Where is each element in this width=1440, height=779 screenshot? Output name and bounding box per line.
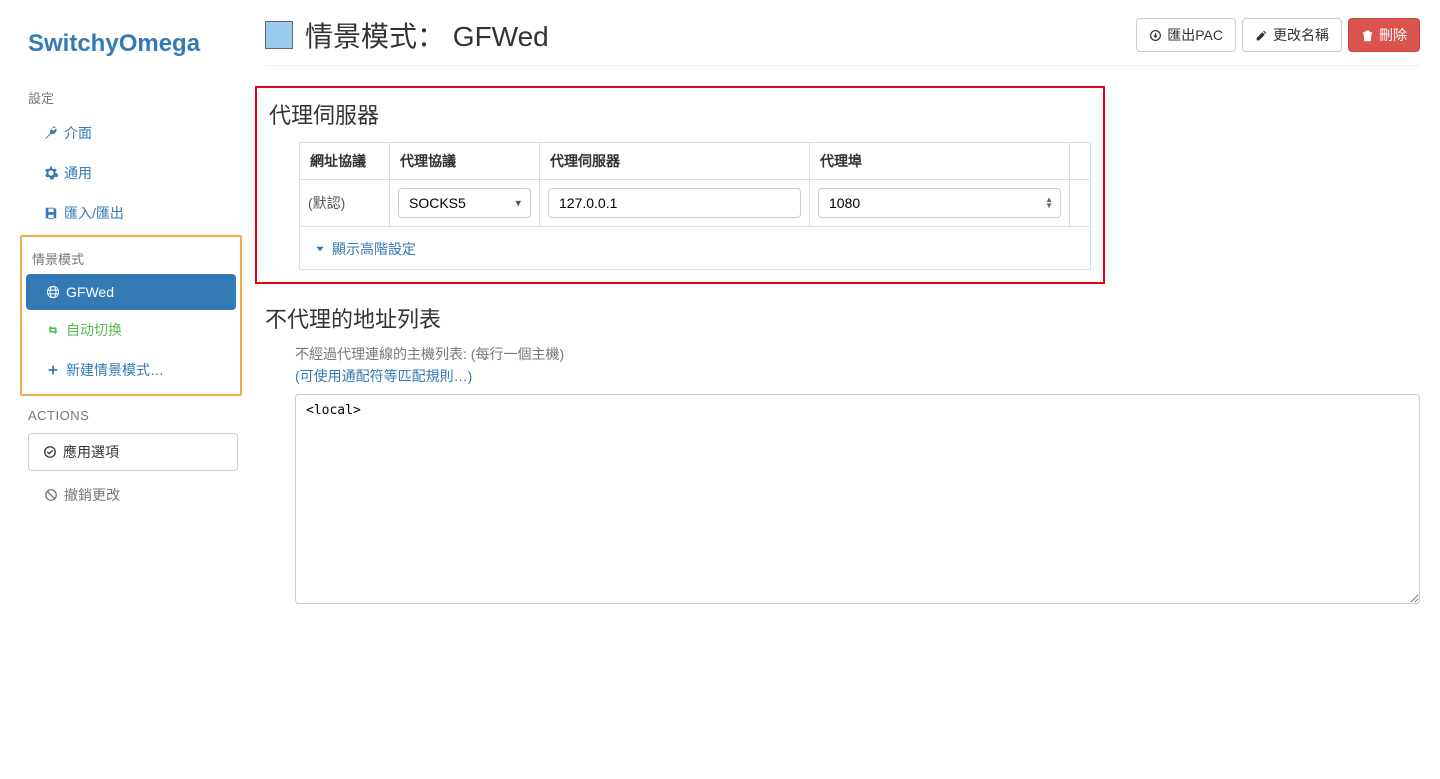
wrench-icon — [44, 126, 58, 140]
port-input[interactable] — [818, 188, 1061, 218]
sidebar-item-label: 新建情景模式… — [66, 360, 164, 380]
bypass-section-title: 不代理的地址列表 — [265, 302, 1420, 334]
sidebar-item-import-export[interactable]: 匯入/匯出 — [0, 193, 250, 233]
header-actions: 匯出PAC 更改名稱 刪除 — [1136, 18, 1420, 52]
th-protocol: 代理協議 — [390, 143, 540, 180]
th-server: 代理伺服器 — [540, 143, 810, 180]
rename-button[interactable]: 更改名稱 — [1242, 18, 1342, 52]
bypass-description: 不經過代理連線的主機列表: (每行一個主機) — [295, 344, 1420, 364]
ban-icon — [44, 488, 58, 502]
save-icon — [44, 206, 58, 220]
discard-label: 撤銷更改 — [64, 485, 120, 505]
sidebar-item-label: 介面 — [64, 123, 92, 143]
proxy-section-title: 代理伺服器 — [269, 98, 1091, 130]
sidebar-item-label: 匯入/匯出 — [64, 203, 124, 223]
gear-icon — [44, 166, 58, 180]
edit-icon — [1255, 29, 1269, 42]
actions-header: ACTIONS — [0, 398, 250, 429]
server-input[interactable] — [548, 188, 801, 218]
settings-header: 設定 — [0, 82, 250, 113]
main-content: 情景模式： GFWed 匯出PAC 更改名稱 — [250, 0, 1440, 779]
th-scheme: 網址協議 — [300, 143, 390, 180]
profiles-header: 情景模式 — [22, 243, 240, 274]
bypass-section: 不代理的地址列表 不經過代理連線的主機列表: (每行一個主機) (可使用通配符等… — [265, 302, 1420, 607]
proxy-table: 網址協議 代理協議 代理伺服器 代理埠 (默認) SOCKS5 — [299, 142, 1091, 270]
check-icon — [43, 445, 57, 459]
page-title: 情景模式： GFWed — [305, 15, 549, 55]
apply-label: 應用選項 — [63, 442, 119, 462]
globe-icon — [46, 285, 60, 299]
sidebar-item-new-profile[interactable]: 新建情景模式… — [22, 350, 240, 390]
apply-options-button[interactable]: 應用選項 — [28, 433, 238, 471]
export-pac-button[interactable]: 匯出PAC — [1136, 18, 1236, 52]
delete-button[interactable]: 刪除 — [1348, 18, 1420, 52]
download-icon — [1149, 29, 1163, 42]
profiles-group: 情景模式 GFWed 自动切换 新建情景模式… — [20, 235, 242, 396]
sidebar-item-label: GFWed — [66, 284, 114, 300]
retweet-icon — [46, 323, 60, 337]
number-spinner[interactable]: ▲▼ — [1045, 197, 1053, 209]
th-port: 代理埠 — [810, 143, 1070, 180]
proxy-section-highlight: 代理伺服器 網址協議 代理協議 代理伺服器 代理埠 (默認) — [255, 86, 1105, 284]
sidebar-item-gfwed[interactable]: GFWed — [26, 274, 236, 310]
profile-color-swatch[interactable] — [265, 21, 293, 49]
sidebar-item-label: 自动切换 — [66, 320, 122, 340]
scheme-label: (默認) — [300, 180, 390, 227]
sidebar-item-label: 通用 — [64, 163, 92, 183]
protocol-select[interactable]: SOCKS5 — [398, 188, 531, 218]
chevron-down-icon — [314, 243, 328, 255]
sidebar-item-general[interactable]: 通用 — [0, 153, 250, 193]
discard-changes-link[interactable]: 撤銷更改 — [0, 477, 250, 513]
page-header: 情景模式： GFWed 匯出PAC 更改名稱 — [265, 15, 1420, 66]
bypass-list-textarea[interactable] — [295, 394, 1420, 604]
proxy-row-default: (默認) SOCKS5 — [300, 180, 1091, 227]
sidebar-item-interface[interactable]: 介面 — [0, 113, 250, 153]
trash-icon — [1361, 29, 1375, 42]
brand-title: SwitchyOmega — [0, 20, 250, 78]
show-advanced-link[interactable]: 顯示高階設定 — [308, 235, 416, 261]
sidebar-item-auto-switch[interactable]: 自动切换 — [22, 310, 240, 350]
sidebar: SwitchyOmega 設定 介面 通用 匯入/匯出 情景模式 — [0, 0, 250, 779]
plus-icon — [46, 363, 60, 377]
bypass-help-link[interactable]: (可使用通配符等匹配規則…) — [295, 366, 472, 386]
